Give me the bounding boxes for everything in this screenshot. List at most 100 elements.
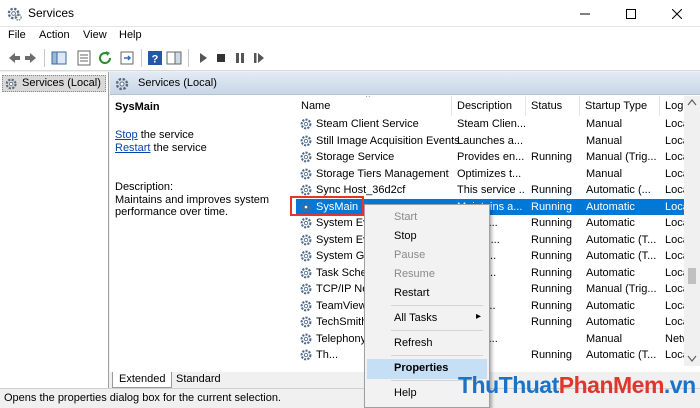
table-row[interactable]: Steam Client Service Steam Clien... Manual…	[296, 116, 687, 133]
service-description-pane: SysMain Stop the service Restart the ser…	[110, 96, 296, 382]
menu-item-resume[interactable]: Resume	[367, 265, 487, 285]
service-name-cell: Steam Client Service	[316, 118, 419, 130]
table-row[interactable]: TCP/IP Net...pp...RunningManual (Trig...…	[296, 281, 687, 298]
restart-service-icon[interactable]	[251, 50, 267, 66]
service-gear-icon	[300, 135, 312, 146]
refresh-icon[interactable]	[97, 50, 113, 66]
table-row[interactable]: Task Sched...a us...RunningAutomaticLoca	[296, 265, 687, 282]
table-row[interactable]: TechSmith...ith ...RunningAutomaticLoca	[296, 314, 687, 331]
status-text: Opens the properties dialog box for the …	[4, 392, 281, 404]
watermark-text: Phan	[558, 372, 614, 398]
service-startup-type-cell: Automatic	[586, 299, 635, 312]
maximize-button[interactable]	[608, 0, 654, 27]
service-description-cell: This service ...	[457, 184, 525, 196]
service-startup-type-cell: Automatic	[586, 217, 635, 229]
menu-item-restart[interactable]: Restart	[367, 284, 487, 304]
table-row[interactable]: Th......RunningAutomatic (T...Loca	[296, 347, 687, 364]
toolbar-divider	[188, 49, 189, 67]
service-gear-icon	[300, 168, 312, 179]
help-icon[interactable]: ?	[147, 50, 163, 66]
forward-arrow-icon[interactable]	[24, 50, 40, 66]
close-icon	[672, 8, 682, 19]
service-startup-type-cell: Automatic	[586, 200, 635, 213]
service-startup-type-cell: Automatic (...	[586, 184, 651, 196]
menu-view[interactable]: View	[83, 29, 107, 41]
column-header-status[interactable]: Status	[526, 96, 580, 116]
stop-service-link[interactable]: Stop	[115, 129, 138, 141]
service-status-cell: Running	[531, 283, 572, 295]
service-gear-icon	[300, 234, 312, 245]
service-name-cell: Storage Tiers Management	[316, 167, 449, 180]
minimize-button[interactable]	[562, 0, 608, 27]
tab-extended[interactable]: Extended	[112, 372, 173, 388]
restart-service-link[interactable]: Restart	[115, 142, 150, 154]
table-row[interactable]: Storage Service Provides en... Running Manu…	[296, 149, 687, 166]
service-startup-type-cell: Manual	[586, 134, 623, 147]
services-gear-icon	[115, 77, 129, 91]
action-pane-icon[interactable]	[166, 50, 182, 66]
service-status-cell: Running	[531, 233, 572, 246]
show-hide-console-tree-icon[interactable]	[51, 50, 67, 66]
service-name-cell: Sync Host_36d2cf	[316, 184, 406, 196]
vertical-scrollbar[interactable]	[684, 96, 700, 366]
table-row[interactable]: System Eve...rs an...RunningAutomatic (T…	[296, 232, 687, 249]
service-startup-type-cell: Automatic	[586, 316, 635, 328]
tab-standard[interactable]: Standard	[170, 372, 227, 388]
watermark-text: Mem	[613, 372, 664, 398]
service-description-cell: Steam Clien...	[457, 118, 525, 130]
column-header-startup-type[interactable]: Startup Type	[580, 96, 660, 116]
table-row[interactable]: Telephony...s Tel...ManualNetw	[296, 331, 687, 348]
watermark-text: .vn	[663, 372, 696, 398]
menu-item-label: Properties	[394, 362, 449, 374]
service-startup-type-cell: Automatic	[586, 266, 635, 279]
restart-line-text: the service	[150, 142, 207, 154]
service-status-cell: Running	[531, 200, 572, 213]
menu-item-refresh[interactable]: Refresh	[367, 334, 487, 354]
service-startup-type-cell: Manual	[586, 332, 623, 345]
menu-item-start[interactable]: Start	[367, 208, 487, 228]
column-label: Description	[457, 100, 513, 112]
column-label: Startup Type	[585, 100, 648, 112]
menu-separator	[391, 305, 483, 306]
services-gear-icon	[5, 78, 17, 90]
service-status-cell: Running	[531, 349, 572, 361]
highlight-box	[290, 196, 364, 216]
service-status-cell: Running	[531, 217, 572, 229]
menu-action[interactable]: Action	[39, 29, 70, 41]
close-button[interactable]	[654, 0, 700, 27]
pause-service-icon[interactable]	[232, 50, 248, 66]
table-row[interactable]: Storage Tiers Management Optimizes t... Ma…	[296, 166, 687, 183]
menu-file[interactable]: File	[8, 29, 26, 41]
service-status-cell: Running	[531, 299, 572, 312]
toolbar-divider	[141, 49, 142, 67]
service-gear-icon	[300, 300, 312, 311]
menu-bar: File Action View Help	[0, 27, 700, 45]
window-title: Services	[28, 6, 75, 20]
stop-service-icon[interactable]	[213, 50, 229, 66]
service-gear-icon	[300, 250, 312, 262]
start-service-icon[interactable]	[195, 50, 211, 66]
menu-item-label: Restart	[394, 287, 430, 299]
service-startup-type-cell: Manual (Trig...	[586, 151, 657, 163]
properties-sheet-icon[interactable]	[76, 50, 92, 66]
menu-item-label: Pause	[394, 249, 426, 261]
table-row[interactable]: System Eve...rs sy...RunningAutomaticLoc…	[296, 215, 687, 232]
menu-item-label: Start	[394, 211, 418, 223]
menu-item-pause[interactable]: Pause	[367, 246, 487, 266]
menu-item-all-tasks[interactable]: All Tasks ▸	[367, 309, 487, 329]
table-row[interactable]: Still Image Acquisition Events Launches a…	[296, 133, 687, 150]
column-header-description[interactable]: Description	[452, 96, 526, 116]
table-row[interactable]: TeamViewe...ewe...RunningAutomaticLoca	[296, 298, 687, 315]
tree-node-services-local[interactable]: Services (Local)	[2, 75, 106, 92]
menu-item-stop[interactable]: Stop	[367, 227, 487, 247]
column-header-name[interactable]: ^ Name	[296, 96, 452, 116]
back-arrow-icon[interactable]	[5, 50, 21, 66]
watermark-text: Thuat	[498, 372, 560, 398]
table-row[interactable]: System Gu...s an...RunningAutomatic (T..…	[296, 248, 687, 265]
watermark-logo: ThuThuatPhanMem.vn	[458, 372, 696, 399]
description-label: Description:	[115, 181, 174, 193]
export-list-icon[interactable]	[119, 50, 135, 66]
menu-help[interactable]: Help	[119, 29, 142, 41]
service-description-cell: Provides en...	[457, 151, 525, 163]
services-gear-icon	[7, 7, 22, 21]
